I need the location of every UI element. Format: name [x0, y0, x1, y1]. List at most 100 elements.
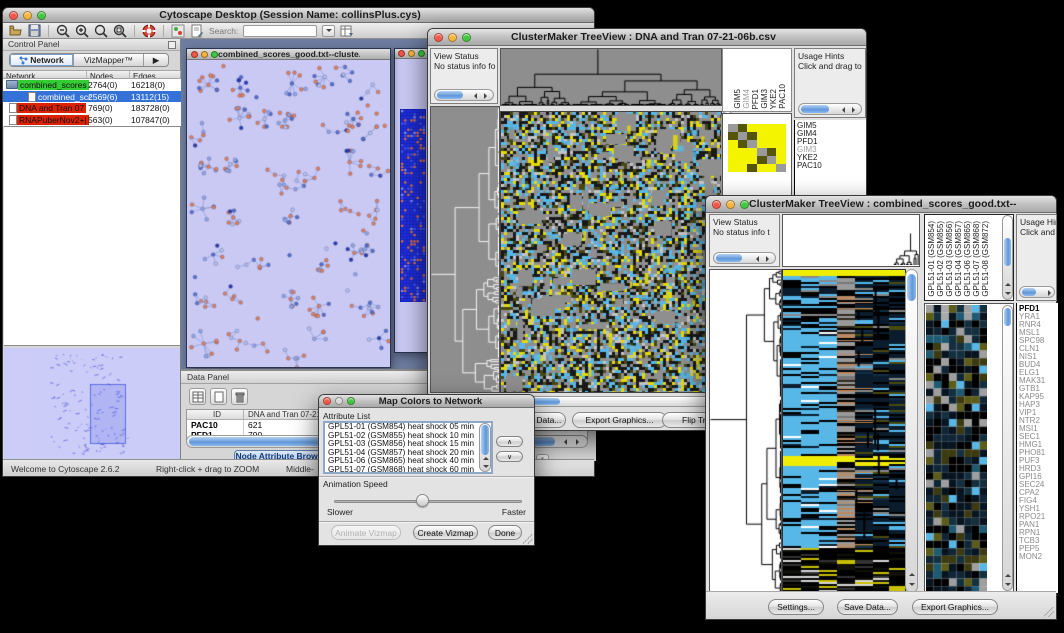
- zoom-button[interactable]: [37, 11, 46, 20]
- animate-vizmap-button[interactable]: Animate Vizmap: [331, 525, 401, 540]
- edges-count: 13112(15): [131, 92, 169, 102]
- tab-network[interactable]: Network: [10, 54, 74, 66]
- zoom-button[interactable]: [418, 50, 425, 57]
- zoom-cell: [738, 140, 748, 148]
- minimize-button[interactable]: [335, 397, 343, 405]
- slider-thumb[interactable]: [416, 494, 429, 507]
- heatmap-view[interactable]: [500, 111, 722, 393]
- network-table: combined_scores2764(0)16218(0)combined_s…: [3, 79, 181, 126]
- node-color-icon[interactable]: [171, 24, 185, 38]
- scrollbar-thumb[interactable]: [1004, 238, 1011, 266]
- gene-dendrogram[interactable]: [709, 269, 782, 595]
- annotation-icon[interactable]: [190, 24, 204, 38]
- close-button[interactable]: [434, 33, 443, 42]
- minimize-button[interactable]: [201, 51, 208, 58]
- scrollbar-thumb[interactable]: [437, 91, 463, 99]
- move-up-button[interactable]: ∧: [496, 436, 523, 447]
- usage-hints-scrollbar[interactable]: [798, 103, 862, 115]
- treeview1-titlebar[interactable]: ClusterMaker TreeView : DNA and Tran 07-…: [428, 29, 866, 46]
- done-button[interactable]: Done: [488, 525, 522, 540]
- save-icon[interactable]: [27, 24, 41, 38]
- main-titlebar[interactable]: Cytoscape Desktop (Session Name: collins…: [3, 8, 594, 23]
- network-table-header: Network Nodes Edges: [3, 70, 181, 79]
- close-button[interactable]: [323, 397, 331, 405]
- export-graphics-button[interactable]: Export Graphics...: [572, 412, 667, 428]
- save-data-button[interactable]: Save Data...: [837, 599, 898, 615]
- zoom-heatmap[interactable]: [926, 305, 987, 591]
- zoom-selected-icon[interactable]: [113, 24, 127, 38]
- zoom-button[interactable]: [740, 200, 749, 209]
- dialog-titlebar[interactable]: Map Colors to Network: [319, 395, 534, 408]
- network-tree-row[interactable]: RNAPuberNov2+|563(0)107847(0): [3, 114, 181, 126]
- zoom-cell: [747, 140, 757, 148]
- network-window1-titlebar[interactable]: combined_scores_good.txt--cluste...: [187, 49, 390, 60]
- zoom-button[interactable]: [347, 397, 355, 405]
- treeview2-titlebar[interactable]: ClusterMaker TreeView : combined_scores_…: [706, 196, 1056, 213]
- attribute-list-scrollbar[interactable]: [479, 423, 491, 472]
- search-input[interactable]: [243, 25, 317, 37]
- help-lifering-icon[interactable]: [142, 24, 156, 38]
- array-labels-scrollbar[interactable]: [1002, 215, 1013, 300]
- resize-grip[interactable]: [523, 534, 533, 544]
- network-graph-view[interactable]: [187, 60, 390, 367]
- table-export-icon[interactable]: [340, 24, 354, 38]
- heatmap-view[interactable]: [782, 269, 906, 595]
- gene-dendrogram[interactable]: [430, 106, 500, 393]
- usage-hints-scrollbar[interactable]: [1019, 286, 1055, 298]
- settings-button[interactable]: Settings...: [768, 599, 824, 615]
- network-tree-row[interactable]: DNA and Tran 07769(0)183728(0): [3, 102, 181, 114]
- birdseye-view[interactable]: [4, 348, 180, 460]
- array-label: GPL51-02 (GSM855): [936, 221, 945, 297]
- zoom-button[interactable]: [211, 51, 218, 58]
- zoom-cell: [757, 124, 767, 132]
- gene-label[interactable]: PAC10: [795, 162, 866, 170]
- minimize-button[interactable]: [448, 33, 457, 42]
- column-dendrogram[interactable]: [893, 233, 919, 265]
- tab-vizmapper[interactable]: VizMapper™: [74, 54, 144, 66]
- network-tree-row[interactable]: combined_scores2764(0)16218(0): [3, 79, 181, 91]
- global-zoom-heatmap[interactable]: [728, 124, 786, 172]
- control-panel: Control Panel Network VizMapper™ ▶ Netwo…: [3, 39, 181, 461]
- tab-overflow-arrow[interactable]: ▶: [144, 54, 168, 66]
- close-button[interactable]: [398, 50, 405, 57]
- gene-label[interactable]: MON2: [1017, 553, 1058, 561]
- scrollbar-thumb[interactable]: [801, 105, 829, 113]
- heatmap-vscrollbar[interactable]: [905, 269, 918, 593]
- float-panel-icon[interactable]: [168, 41, 176, 49]
- doc-icon: [28, 92, 36, 102]
- scrollbar-thumb[interactable]: [907, 274, 916, 301]
- open-file-icon[interactable]: [8, 24, 22, 38]
- view-status-scrollbar[interactable]: [713, 252, 776, 264]
- column-dendrogram[interactable]: [500, 48, 722, 106]
- zoom-cell: [738, 164, 748, 172]
- scrollbar-thumb[interactable]: [481, 425, 489, 455]
- table-mode-icon[interactable]: [189, 388, 206, 405]
- minimize-button[interactable]: [23, 11, 32, 20]
- zoom-out-icon[interactable]: [56, 24, 70, 38]
- zoom-cell: [747, 124, 757, 132]
- view-status-panel: View Status No status info fo: [430, 48, 498, 104]
- scrollbar-thumb[interactable]: [1022, 288, 1036, 296]
- close-button[interactable]: [191, 51, 198, 58]
- move-down-button[interactable]: ∨: [496, 451, 523, 462]
- close-button[interactable]: [712, 200, 721, 209]
- minimize-button[interactable]: [726, 200, 735, 209]
- scrollbar-thumb[interactable]: [1004, 308, 1011, 326]
- attribute-item[interactable]: GPL51-07 (GSM868) heat shock 60 min: [325, 466, 491, 474]
- zoom-button[interactable]: [462, 33, 471, 42]
- scrollbar-thumb[interactable]: [716, 254, 742, 262]
- network-tree-row[interactable]: combined_sco2569(6)13112(15): [3, 91, 181, 103]
- zoom-fit-icon[interactable]: [94, 24, 108, 38]
- minimize-button[interactable]: [408, 50, 415, 57]
- search-dropdown-button[interactable]: [322, 25, 335, 37]
- export-graphics-button[interactable]: Export Graphics...: [912, 599, 998, 615]
- resize-grip[interactable]: [1044, 607, 1054, 617]
- close-button[interactable]: [9, 11, 18, 20]
- network-grid-view[interactable]: [400, 109, 426, 302]
- view-status-scrollbar[interactable]: [434, 89, 494, 101]
- zoom-heatmap-scrollbar[interactable]: [1002, 305, 1013, 591]
- create-vizmap-button[interactable]: Create Vizmap: [413, 525, 478, 540]
- zoom-in-icon[interactable]: [75, 24, 89, 38]
- new-attribute-icon[interactable]: [210, 388, 227, 405]
- delete-attribute-icon[interactable]: [231, 388, 248, 405]
